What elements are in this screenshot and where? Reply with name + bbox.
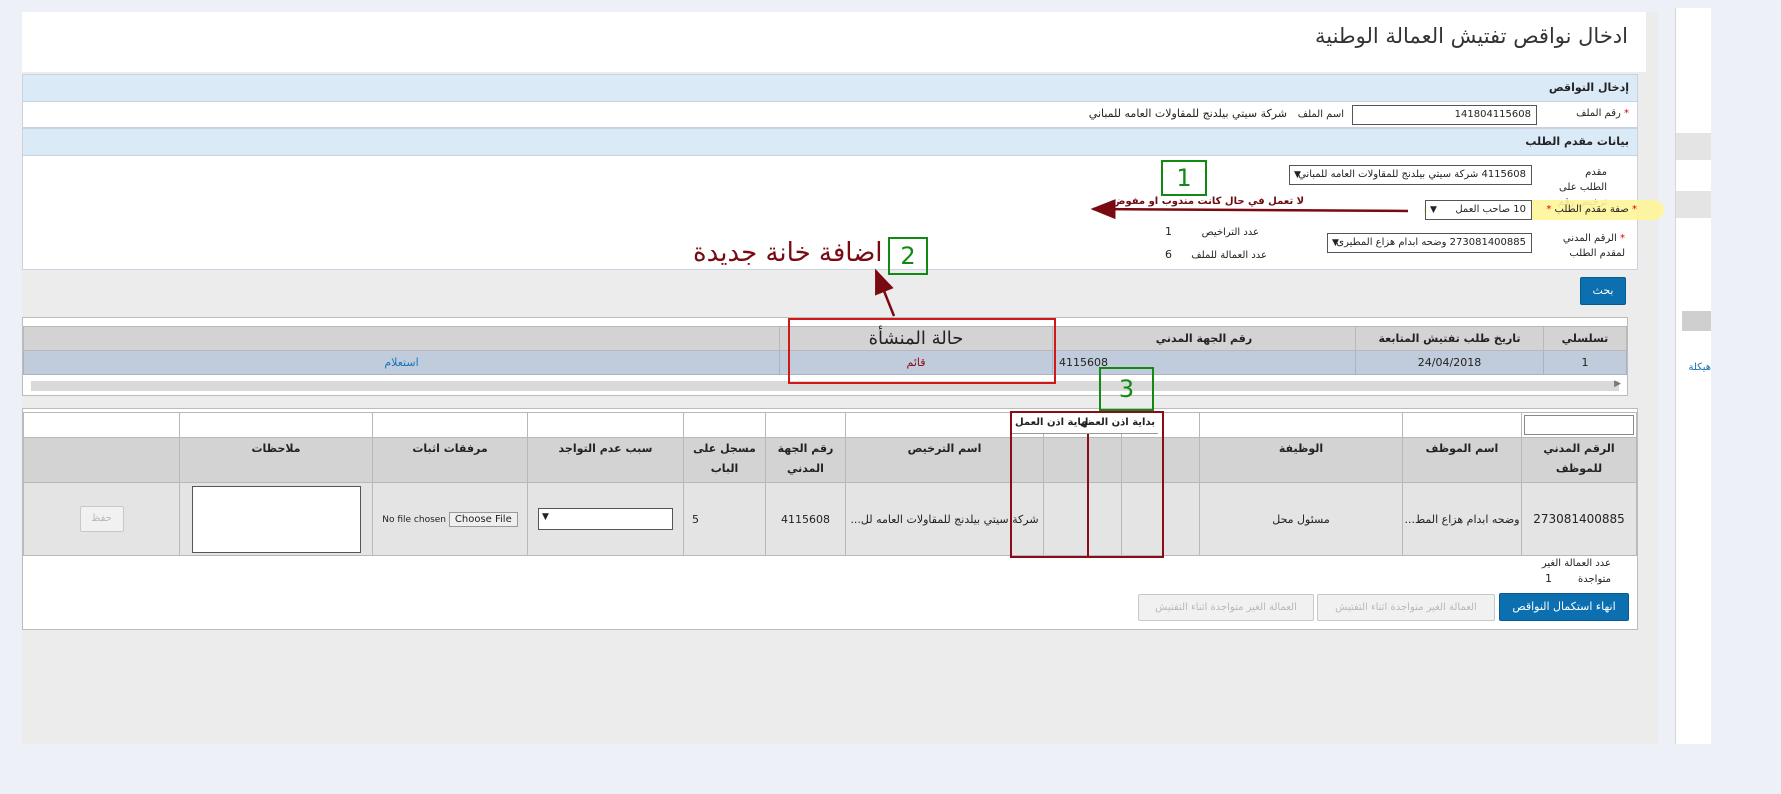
deficiencies-section: إدخال النواقص * رقم الملف 141804115608 ا… [22, 74, 1638, 128]
cell-worker-civil-id: 273081400885 [1521, 482, 1637, 556]
header-worker-civil-id: الرقم المدني للموظف [1521, 437, 1637, 483]
cell-serial: 1 [1543, 350, 1627, 375]
header-serial: تسلسلي [1543, 326, 1627, 351]
annotation-number-1: 1 [1161, 160, 1207, 196]
header-worker-name: اسم الموظف [1402, 437, 1522, 483]
right-panel-link[interactable]: هيكلة [1689, 362, 1712, 373]
annotation-permit-headers: بداية اذن العمل نهاية اذن العمل [1012, 413, 1158, 434]
finish-deficiencies-button[interactable]: انهاء استكمال النواقص [1499, 593, 1629, 621]
file-name-label: اسم الملف [1297, 109, 1344, 120]
right-panel: هيكلة [1675, 8, 1711, 744]
annotation-capacity-note: لا تعمل في حال كانت مندوب او مفوض [1112, 196, 1305, 207]
file-name-value: شركة سيتي بيلدنج للمقاولات العامه للمبان… [1088, 107, 1287, 120]
absent-workers-button-2[interactable]: العمالة الغير متواجدة اثناء التفتيش [1138, 594, 1314, 621]
workers-table-header: الرقم المدني للموظف اسم الموظف الوظيفة ا… [23, 437, 1637, 483]
header-entity-no: رقم الجهة المدني [765, 437, 846, 483]
right-panel-row [1676, 133, 1711, 160]
header-job: الوظيفة [1199, 437, 1403, 483]
cell-worker-name: وضحه ابدام هزاع المط... [1402, 482, 1522, 556]
cell-civil-no: 4115608 [1052, 350, 1356, 375]
cell-entity-no: 4115608 [765, 482, 846, 556]
workers-table: الرقم المدني للموظف اسم الموظف الوظيفة ا… [23, 412, 1637, 556]
capacity-select-value: 10 صاحب العمل [1455, 204, 1526, 215]
chevron-down-icon: ▼ [542, 512, 549, 522]
right-panel-row [1682, 311, 1711, 331]
absent-count-value: 1 [1545, 572, 1552, 585]
workers-count-value: 6 [1165, 248, 1172, 261]
header-civil-no: رقم الجهة المدني [1052, 326, 1356, 351]
right-panel-row [1676, 191, 1711, 218]
filter-input[interactable] [1524, 415, 1634, 435]
file-number-label: * رقم الملف [1576, 108, 1629, 119]
cell-registered: 5 [683, 482, 766, 556]
choose-file-button[interactable]: Choose File [448, 511, 518, 527]
capacity-select[interactable]: 10 صاحب العمل ▼ [1425, 200, 1532, 220]
workers-section: الرقم المدني للموظف اسم الموظف الوظيفة ا… [22, 408, 1638, 630]
workers-count-label: عدد العمالة للملف [1191, 250, 1267, 261]
reason-select[interactable]: ▼ [538, 508, 673, 530]
cell-date: 24/04/2018 [1355, 350, 1544, 375]
header-registered: مسجل على الباب [683, 437, 766, 483]
table-row: 273081400885 وضحه ابدام هزاع المط... مسئ… [23, 482, 1637, 556]
inquiry-link[interactable]: استعلام [384, 356, 418, 369]
header-notes: ملاحظات [179, 437, 373, 483]
scroll-right-icon[interactable]: ▶ [1614, 379, 1621, 389]
filter-row [23, 412, 1637, 438]
permit-end-header: نهاية اذن العمل [1015, 417, 1092, 428]
annotation-number-3: 3 [1099, 367, 1154, 411]
header-save [23, 437, 180, 483]
licenses-count-label: عدد التراخيص [1201, 227, 1259, 238]
chevron-down-icon: ▼ [1294, 170, 1301, 180]
capacity-label: * صفة مقدم الطلب * [1546, 204, 1637, 215]
absent-count-label: عدد العمالة الغير متواجدة [1541, 558, 1611, 585]
file-number-input[interactable]: 141804115608 [1352, 105, 1537, 125]
civil-id-label: * الرقم المدني لمقدم الطلب [1562, 233, 1625, 259]
civil-id-select[interactable]: 273081400885 وضحه ابدام هزاع المطيرى ▼ [1327, 233, 1532, 253]
license-select-value: 4115608 شركة سيتي بيلدنج للمقاولات العام… [1298, 169, 1526, 180]
applicant-section-title: بيانات مقدم الطلب [23, 129, 1637, 156]
save-button[interactable]: حفظ [79, 506, 124, 532]
notes-textarea[interactable] [191, 485, 361, 553]
header-action [23, 326, 780, 351]
absent-workers-button[interactable]: العمالة الغير متواجدة اثناء التفتيش [1317, 594, 1495, 621]
header-attachments: مرفقات اثبات [372, 437, 528, 483]
licenses-count-value: 1 [1165, 225, 1172, 238]
annotation-add-field: اضافة خانة جديدة [693, 238, 883, 268]
chevron-down-icon: ▼ [1430, 205, 1437, 215]
annotation-status-box [788, 318, 1056, 384]
license-select[interactable]: 4115608 شركة سيتي بيلدنج للمقاولات العام… [1289, 165, 1532, 185]
civil-id-select-value: 273081400885 وضحه ابدام هزاع المطيرى [1336, 237, 1526, 248]
deficiencies-section-title: إدخال النواقص [23, 75, 1637, 102]
chevron-down-icon: ▼ [1332, 238, 1339, 248]
cell-job: مسئول محل [1199, 482, 1403, 556]
page-title: ادخال نواقص تفتيش العمالة الوطنية [1314, 24, 1628, 48]
header-reason: سبب عدم التواجد [527, 437, 684, 483]
annotation-number-2: 2 [888, 237, 928, 275]
header-date: تاريخ طلب تفتيش المتابعة [1355, 326, 1544, 351]
search-button[interactable]: بحث [1580, 277, 1626, 305]
file-status: No file chosen [382, 514, 447, 525]
